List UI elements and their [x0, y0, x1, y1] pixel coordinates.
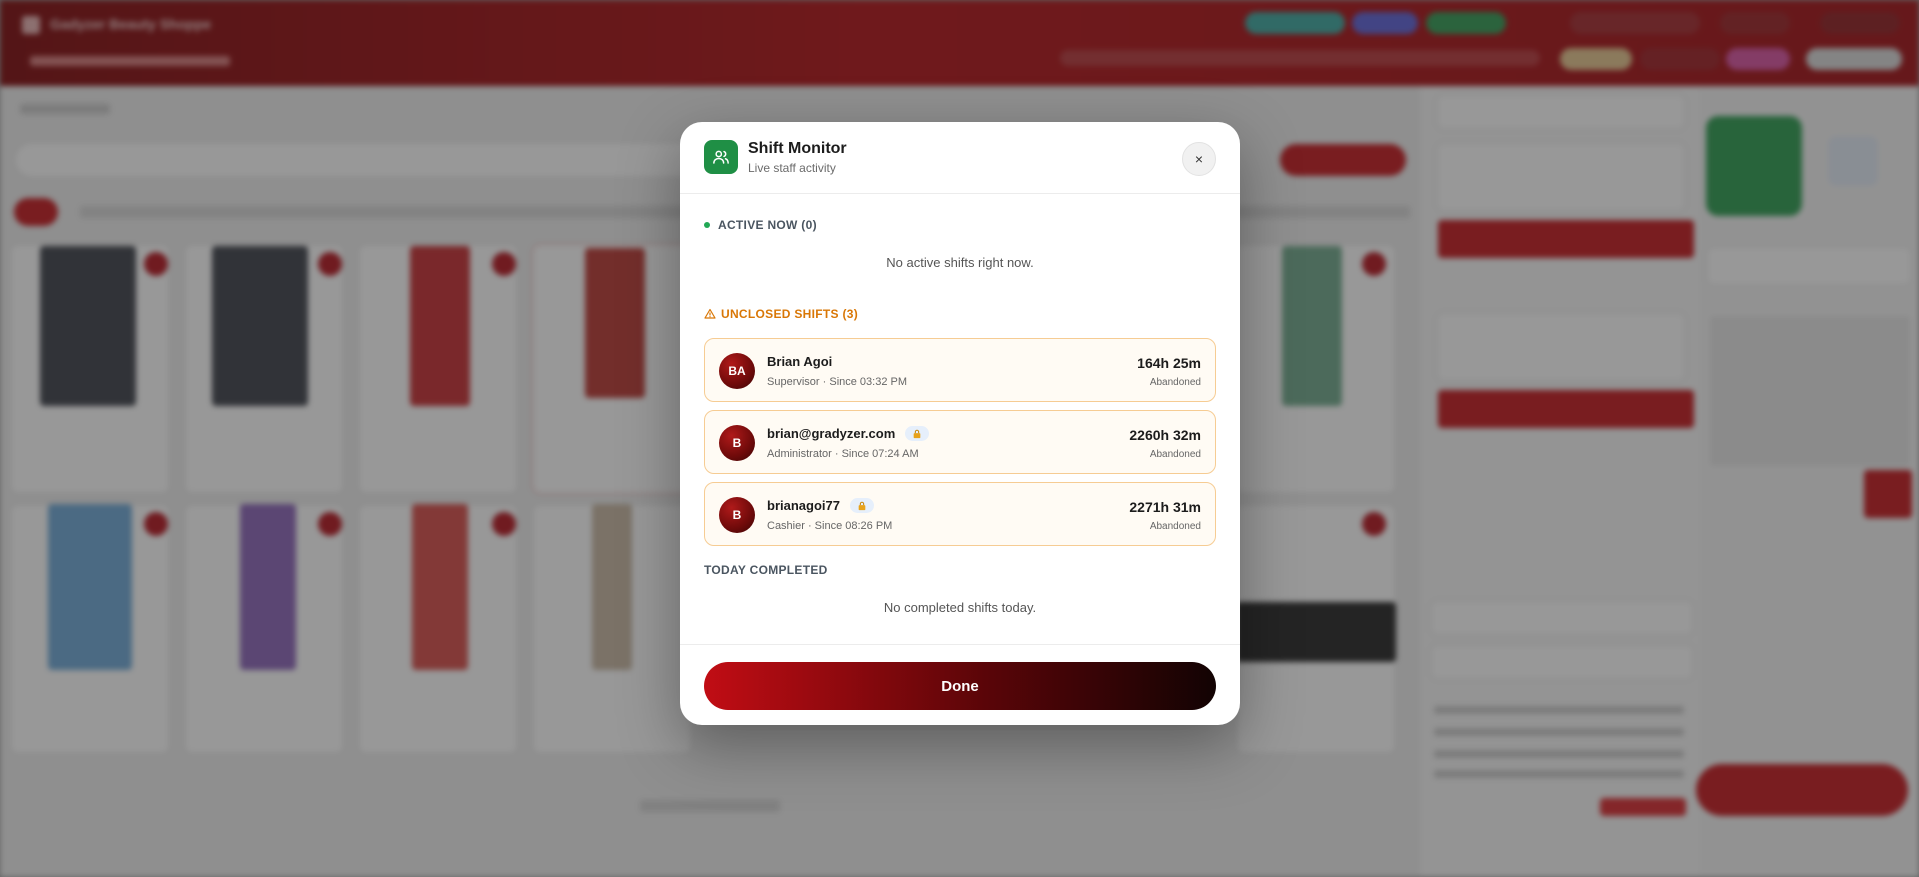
shift-duration: 2260h 32m — [1129, 427, 1201, 443]
avatar: B — [719, 497, 755, 533]
avatar: BA — [719, 353, 755, 389]
close-icon: × — [1194, 151, 1204, 167]
shift-user-name: brian@gradyzer.com — [767, 426, 930, 441]
modal-footer: Done — [680, 644, 1240, 725]
shift-status: Abandoned — [1149, 521, 1201, 532]
shift-row[interactable]: B brianagoi77 Cashier · Since 08:26 PM 2… — [704, 482, 1216, 546]
shift-role-since: Cashier · Since 08:26 PM — [767, 520, 893, 532]
shift-duration: 164h 25m — [1137, 355, 1201, 371]
avatar: B — [719, 425, 755, 461]
active-dot-icon — [704, 221, 710, 228]
active-now-heading: ACTIVE NOW (0) — [704, 218, 817, 232]
today-empty-text: No completed shifts today. — [883, 600, 1037, 615]
done-button[interactable]: Done — [704, 662, 1216, 710]
shift-role-since: Supervisor · Since 03:32 PM — [767, 376, 908, 388]
shift-duration: 2271h 31m — [1129, 499, 1201, 515]
modal-header: Shift Monitor Live staff activity × — [680, 122, 1240, 194]
shift-role-since: Administrator · Since 07:24 AM — [767, 448, 919, 460]
shift-user-name: brianagoi77 — [767, 498, 874, 513]
shift-monitor-modal: Shift Monitor Live staff activity × ACTI… — [680, 122, 1240, 725]
lock-icon — [905, 426, 930, 441]
shift-row[interactable]: BA Brian Agoi Supervisor · Since 03:32 P… — [704, 338, 1216, 402]
close-button[interactable]: × — [1182, 142, 1216, 176]
shift-status: Abandoned — [1149, 377, 1201, 388]
shift-user-name: Brian Agoi — [767, 354, 833, 369]
users-icon — [704, 140, 738, 174]
shift-status: Abandoned — [1149, 449, 1201, 460]
active-empty-text: No active shifts right now. — [886, 255, 1034, 270]
modal-title: Shift Monitor — [748, 140, 847, 157]
shift-row[interactable]: B brian@gradyzer.com Administrator · Sin… — [704, 410, 1216, 474]
modal-body: ACTIVE NOW (0) No active shifts right no… — [680, 194, 1240, 664]
warning-triangle-icon — [704, 308, 716, 319]
today-completed-heading: TODAY COMPLETED — [704, 563, 828, 577]
unclosed-shifts-heading: UNCLOSED SHIFTS (3) — [704, 307, 858, 321]
modal-subtitle: Live staff activity — [748, 161, 836, 175]
lock-icon — [849, 498, 874, 513]
